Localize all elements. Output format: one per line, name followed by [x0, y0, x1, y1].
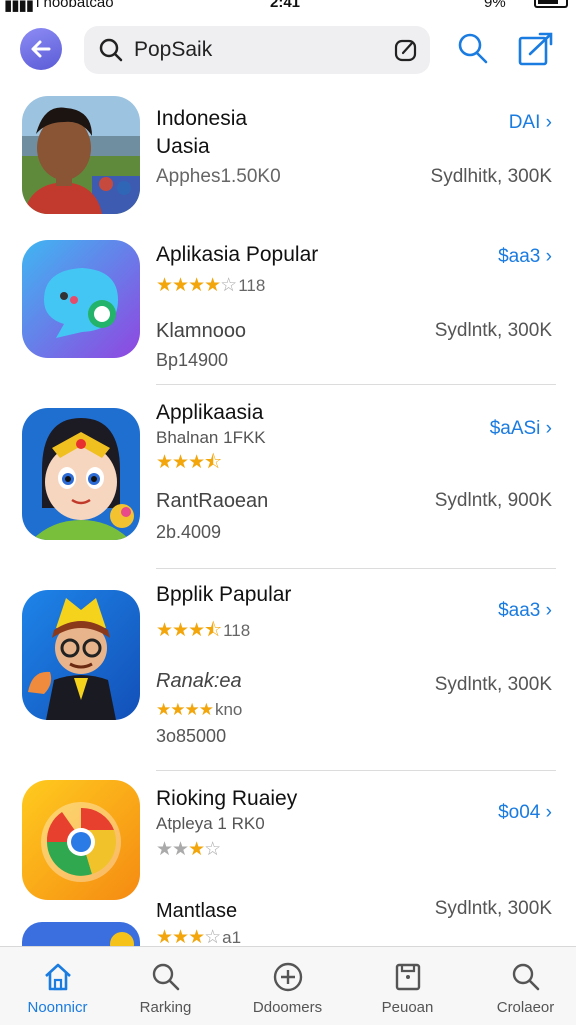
- rating-count: kno: [214, 700, 243, 719]
- app-price-info: 2b.4009: [156, 522, 222, 542]
- app-subtitle: Atpleya 1 RK0: [156, 814, 265, 833]
- signal-icon: ▮▮▮▮: [4, 0, 34, 14]
- app-icon: [22, 408, 140, 540]
- list-item[interactable]: Bpplik Papular ★★★⯪ 118 Ranak:ea ★★★★ kno …: [0, 583, 576, 760]
- app-meta: Apphes1.50K0: [156, 166, 281, 187]
- rating-count: 118: [238, 276, 266, 295]
- edit-icon[interactable]: [394, 38, 418, 62]
- tab-discover[interactable]: Ddoomers: [230, 947, 345, 1025]
- chevron-right-icon: ›: [545, 802, 552, 823]
- get-button[interactable]: $aa3 ›: [498, 246, 552, 268]
- app-subtitle: Bhalnan 1FKK: [156, 428, 266, 447]
- rating-count: 118: [223, 621, 251, 640]
- app-downloads: Sydlntk, 300K: [434, 674, 552, 695]
- get-button[interactable]: $aASi ›: [490, 418, 552, 440]
- app-meta: Klamnooo: [156, 320, 247, 342]
- app-title: Bpplik Papular: [156, 583, 292, 606]
- price-label: $aa3: [498, 246, 541, 267]
- tab-label: Ddoomers: [252, 999, 323, 1016]
- chevron-right-icon: ›: [545, 246, 552, 267]
- app-meta: Ranak:ea: [156, 670, 242, 692]
- carrier-label: l noobatcao: [36, 0, 114, 11]
- chevron-right-icon: ›: [545, 112, 552, 133]
- app-downloads: Sydlhitk, 300K: [430, 166, 552, 187]
- tab-home[interactable]: Noonnicr: [0, 947, 115, 1025]
- list-item[interactable]: Aplikasia Popular ★★★★☆ 118 Klamnooo Bp14…: [0, 240, 576, 390]
- app-meta: RantRaoean: [156, 490, 269, 512]
- compose-icon[interactable]: [518, 32, 554, 66]
- tab-label: Crolaeor: [496, 999, 555, 1016]
- plus-circle-icon: [273, 962, 303, 992]
- search-icon: [152, 963, 180, 991]
- price-label: $aa3: [498, 600, 541, 621]
- app-title: Mantlase: [156, 900, 238, 922]
- rating-stars: ★★★⯪ 118: [156, 620, 251, 641]
- tab-label: Peuoan: [381, 999, 434, 1016]
- app-icon: [22, 922, 140, 946]
- app-icon: [22, 96, 140, 214]
- app-price-info: Bp14900: [156, 350, 229, 370]
- arrow-left-icon: [31, 40, 51, 58]
- clock: 2:41: [270, 0, 301, 11]
- tab-ranking[interactable]: Rarking: [108, 947, 223, 1025]
- app-title: Indonesia: [156, 107, 248, 130]
- rating-stars-small: ★★★★ kno: [156, 700, 243, 719]
- list-item[interactable]: Indonesia Uasia Apphes1.50K0 Sydlhitk, 3…: [0, 96, 576, 226]
- tab-label: Rarking: [139, 999, 192, 1016]
- rating-stars: ★★★☆: [156, 839, 221, 860]
- app-downloads: Sydlntk, 900K: [434, 490, 552, 511]
- list-item[interactable]: Applikaasia Bhalnan 1FKK ★★★⯪ RantRaoean…: [0, 401, 576, 558]
- app-downloads: Sydlntk, 300K: [434, 320, 552, 341]
- app-title: Aplikasia Popular: [156, 243, 319, 266]
- battery-percent: 9%: [484, 0, 506, 11]
- battery-icon: [534, 0, 568, 8]
- app-price-info: 3o85000: [156, 726, 227, 746]
- home-icon: [45, 963, 71, 991]
- price-label: $o04: [498, 802, 541, 823]
- app-downloads: Sydlntk, 300K: [434, 898, 552, 919]
- tab-search[interactable]: Crolaeor: [468, 947, 576, 1025]
- get-button[interactable]: DAI ›: [509, 112, 552, 134]
- header: PopSaik: [0, 22, 576, 80]
- search-input[interactable]: PopSaik: [134, 38, 212, 62]
- price-label: DAI: [508, 112, 541, 133]
- divider: [156, 770, 556, 771]
- status-bar: ▮▮▮▮ l noobatcao 2:41 9%: [0, 0, 576, 14]
- chevron-right-icon: ›: [545, 600, 552, 621]
- get-button[interactable]: $aa3 ›: [498, 600, 552, 622]
- divider: [156, 384, 556, 385]
- rating-stars: ★★★★☆ 118: [156, 275, 266, 296]
- price-label: $aASi: [489, 418, 541, 439]
- divider: [156, 568, 556, 569]
- document-icon: [395, 963, 421, 991]
- search-bar[interactable]: PopSaik: [84, 26, 430, 74]
- app-title: Applikaasia: [156, 401, 264, 424]
- rating-count: a1: [222, 928, 242, 947]
- back-button[interactable]: [20, 28, 62, 70]
- get-button[interactable]: $o04 ›: [498, 802, 552, 824]
- app-subtitle: Uasia: [156, 135, 210, 158]
- tab-label: Noonnicr: [27, 999, 88, 1016]
- chevron-right-icon: ›: [545, 418, 552, 439]
- app-icon: [22, 240, 140, 358]
- search-icon[interactable]: [456, 32, 490, 66]
- rating-stars: ★★★⯪: [156, 452, 222, 473]
- search-icon: [512, 963, 540, 991]
- app-icon: [22, 590, 140, 720]
- tab-bar: Noonnicr Rarking Ddoomers Peuoan Crolaeo…: [0, 946, 576, 1025]
- search-icon: [99, 38, 123, 62]
- tab-updates[interactable]: Peuoan: [350, 947, 465, 1025]
- app-icon: [22, 780, 140, 900]
- app-title: Rioking Ruaiey: [156, 787, 298, 810]
